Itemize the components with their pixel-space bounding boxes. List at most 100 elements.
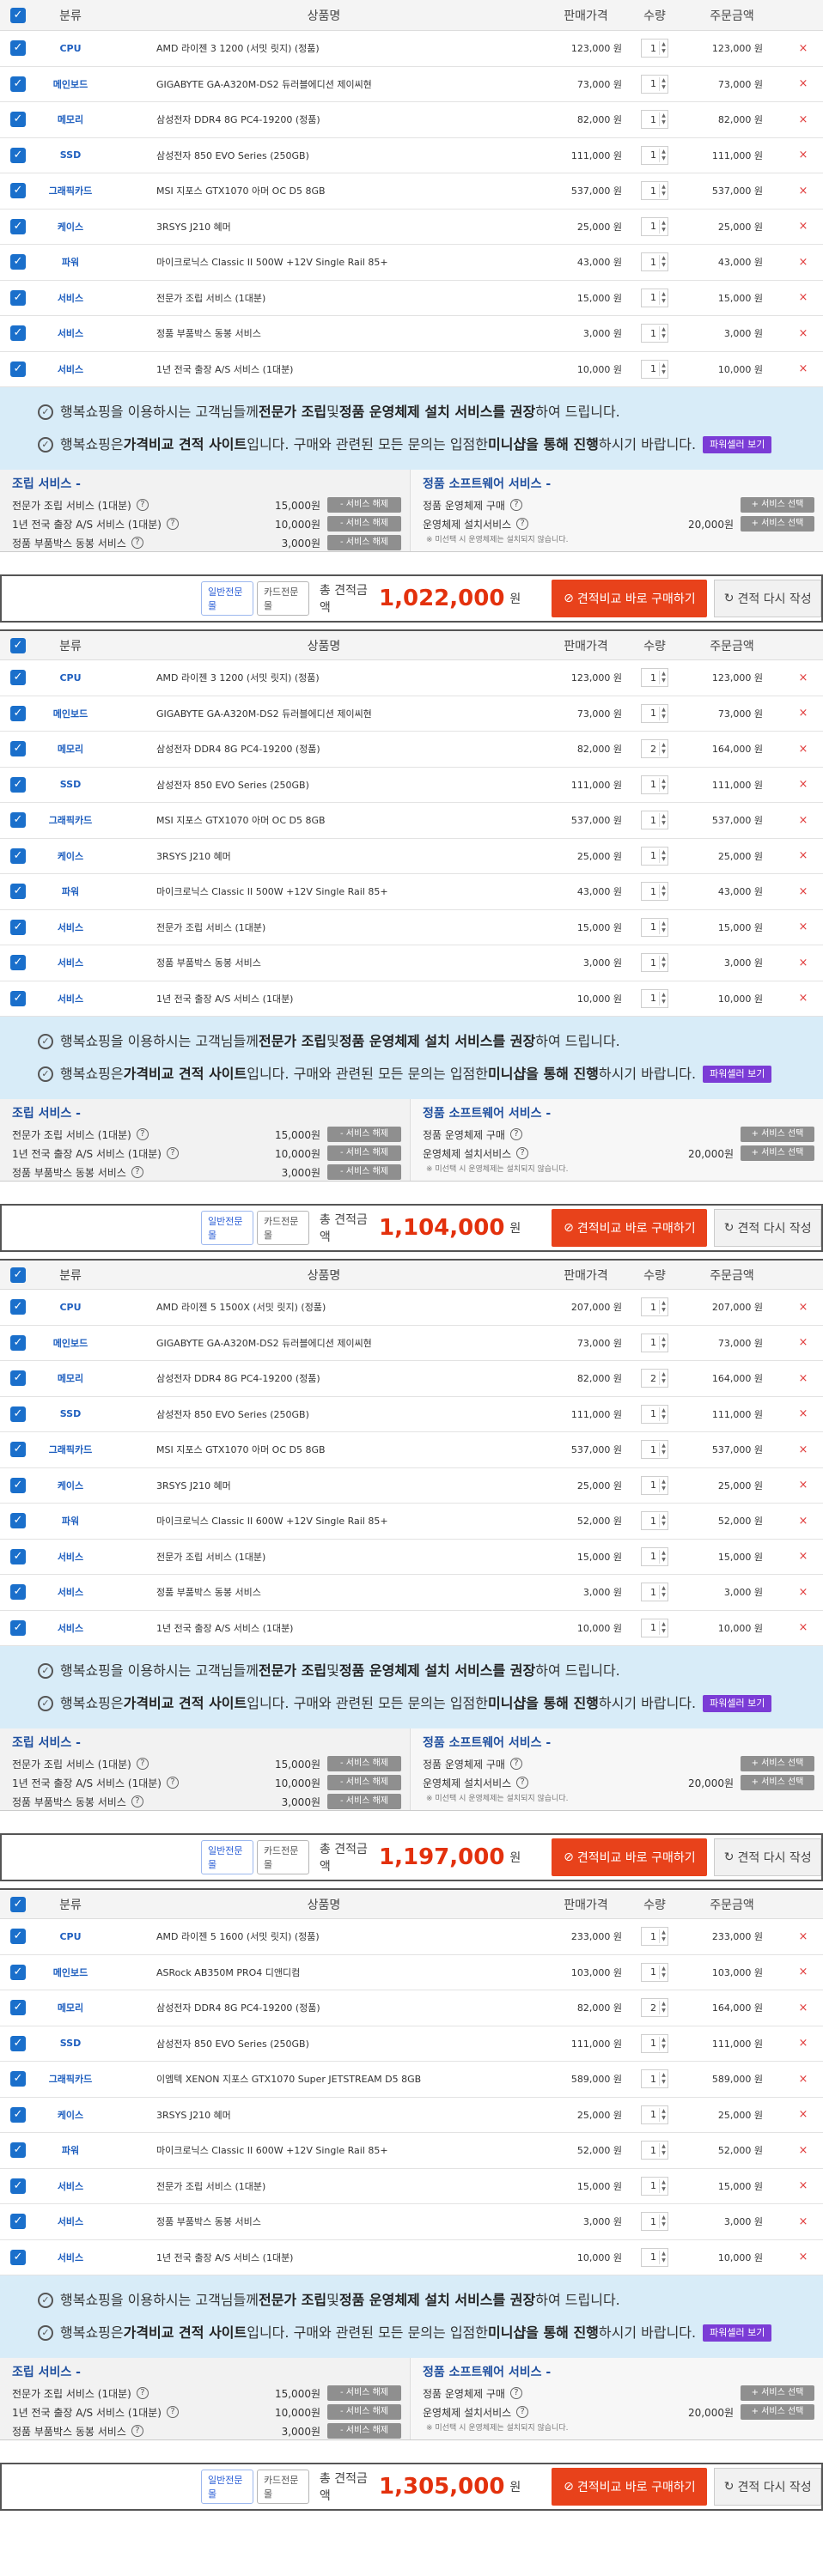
quantity-stepper[interactable]: 1 ▲ ▼ (641, 882, 668, 902)
product-name[interactable]: 마이크로닉스 Classic II 500W +12V Single Rail … (105, 255, 543, 269)
service-remove-button[interactable]: - 서비스 해제 (327, 535, 401, 550)
service-select-button[interactable]: + 서비스 선택 (741, 2385, 814, 2401)
stepper-arrows[interactable]: ▲ ▼ (659, 361, 668, 376)
product-name[interactable]: 정품 부품박스 동봉 서비스 (105, 956, 543, 969)
service-select-button[interactable]: + 서비스 선택 (741, 497, 814, 513)
stepper-down-icon[interactable]: ▼ (660, 1936, 668, 1943)
delete-icon[interactable]: × (783, 2037, 823, 2050)
stepper-arrows[interactable]: ▲ ▼ (659, 813, 668, 828)
stepper-down-icon[interactable]: ▼ (660, 48, 668, 55)
delete-icon[interactable]: × (783, 778, 823, 791)
general-mall-tag[interactable]: 일반전문몰 (201, 1211, 253, 1245)
product-name[interactable]: GIGABYTE GA-A320M-DS2 듀러블에디션 제이씨현 (105, 77, 543, 91)
quantity-value[interactable]: 1 (642, 149, 659, 161)
rewrite-quote-button[interactable]: ↻ 견적 다시 작성 (714, 1209, 821, 1247)
quantity-stepper[interactable]: 1 ▲ ▼ (641, 324, 668, 343)
service-remove-button[interactable]: - 서비스 해제 (327, 1164, 401, 1180)
stepper-up-icon[interactable]: ▲ (660, 671, 668, 677)
stepper-arrows[interactable]: ▲ ▼ (659, 2178, 668, 2193)
quantity-value[interactable]: 1 (642, 1408, 659, 1419)
stepper-arrows[interactable]: ▲ ▼ (659, 326, 668, 341)
checkbox[interactable]: ✓ (10, 1584, 26, 1601)
quantity-value[interactable]: 1 (642, 185, 659, 197)
quantity-stepper[interactable]: 1 ▲ ▼ (641, 703, 668, 723)
checkbox[interactable]: ✓ (10, 76, 26, 92)
stepper-down-icon[interactable]: ▼ (660, 84, 668, 91)
checkbox[interactable]: ✓ (10, 1299, 26, 1315)
stepper-arrows[interactable]: ▲ ▼ (659, 1585, 668, 1600)
help-icon[interactable]: ? (131, 537, 143, 549)
stepper-down-icon[interactable]: ▼ (660, 820, 668, 827)
help-icon[interactable]: ? (509, 1758, 522, 1770)
product-name[interactable]: MSI 지포스 GTX1070 아머 OC D5 8GB (105, 184, 543, 197)
stepper-down-icon[interactable]: ▼ (660, 1378, 668, 1385)
stepper-down-icon[interactable]: ▼ (660, 1307, 668, 1314)
stepper-down-icon[interactable]: ▼ (660, 785, 668, 792)
stepper-down-icon[interactable]: ▼ (660, 1972, 668, 1979)
quantity-stepper[interactable]: 1 ▲ ▼ (641, 1583, 668, 1602)
service-remove-button[interactable]: - 서비스 해제 (327, 497, 401, 513)
delete-icon[interactable]: × (783, 149, 823, 161)
service-remove-button[interactable]: - 서비스 해제 (327, 1127, 401, 1142)
product-name[interactable]: AMD 라이젠 5 1600 (서밋 릿지) (정품) (105, 1929, 543, 1943)
help-icon[interactable]: ? (131, 1795, 143, 1807)
checkbox[interactable]: ✓ (10, 741, 26, 757)
quantity-value[interactable]: 1 (642, 221, 659, 232)
checkbox[interactable]: ✓ (10, 1619, 26, 1636)
checkbox[interactable]: ✓ (10, 1896, 26, 1912)
quantity-value[interactable]: 2 (642, 744, 659, 755)
stepper-arrows[interactable]: ▲ ▼ (659, 1371, 668, 1386)
stepper-up-icon[interactable]: ▲ (660, 77, 668, 84)
quantity-stepper[interactable]: 1 ▲ ▼ (641, 1546, 668, 1566)
delete-icon[interactable]: × (783, 671, 823, 684)
checkbox[interactable]: ✓ (10, 7, 26, 23)
quantity-stepper[interactable]: 2 ▲ ▼ (641, 1998, 668, 2018)
stepper-arrows[interactable]: ▲ ▼ (659, 1549, 668, 1564)
service-select-button[interactable]: + 서비스 선택 (741, 1145, 814, 1161)
stepper-up-icon[interactable]: ▲ (660, 41, 668, 48)
stepper-arrows[interactable]: ▲ ▼ (659, 1406, 668, 1421)
stepper-up-icon[interactable]: ▲ (660, 1929, 668, 1936)
quantity-value[interactable]: 1 (642, 257, 659, 268)
service-remove-button[interactable]: - 서비스 해제 (327, 2404, 401, 2420)
quantity-stepper[interactable]: 1 ▲ ▼ (641, 216, 668, 236)
service-remove-button[interactable]: - 서비스 해제 (327, 2385, 401, 2401)
product-name[interactable]: GIGABYTE GA-A320M-DS2 듀러블에디션 제이씨현 (105, 1336, 543, 1350)
service-select-button[interactable]: + 서비스 선택 (741, 1756, 814, 1771)
stepper-down-icon[interactable]: ▼ (660, 119, 668, 126)
quantity-stepper[interactable]: 1 ▲ ▼ (641, 1440, 668, 1460)
product-name[interactable]: 마이크로닉스 Classic II 500W +12V Single Rail … (105, 884, 543, 898)
stepper-arrows[interactable]: ▲ ▼ (659, 2001, 668, 2015)
quantity-stepper[interactable]: 1 ▲ ▼ (641, 145, 668, 165)
help-icon[interactable]: ? (509, 499, 522, 511)
stepper-up-icon[interactable]: ▲ (660, 956, 668, 963)
stepper-up-icon[interactable]: ▲ (660, 884, 668, 891)
quantity-stepper[interactable]: 1 ▲ ▼ (641, 846, 668, 866)
stepper-arrows[interactable]: ▲ ▼ (659, 219, 668, 234)
quantity-value[interactable]: 1 (642, 2251, 659, 2263)
product-name[interactable]: 마이크로닉스 Classic II 600W +12V Single Rail … (105, 2143, 543, 2157)
stepper-down-icon[interactable]: ▼ (660, 1628, 668, 1635)
service-remove-button[interactable]: - 서비스 해제 (327, 1794, 401, 1809)
quantity-value[interactable]: 1 (642, 1444, 659, 1455)
stepper-arrows[interactable]: ▲ ▼ (659, 920, 668, 934)
checkbox[interactable]: ✓ (10, 2071, 26, 2087)
help-icon[interactable]: ? (136, 2387, 149, 2399)
quantity-stepper[interactable]: 1 ▲ ▼ (641, 668, 668, 688)
product-name[interactable]: AMD 라이젠 3 1200 (서밋 릿지) (정품) (105, 671, 543, 684)
quantity-stepper[interactable]: 1 ▲ ▼ (641, 811, 668, 830)
stepper-up-icon[interactable]: ▲ (660, 220, 668, 227)
product-name[interactable]: 삼성전자 DDR4 8G PC4-19200 (정품) (105, 1371, 543, 1385)
product-name[interactable]: 전문가 조립 서비스 (1대분) (105, 1550, 543, 1564)
help-icon[interactable]: ? (131, 1166, 143, 1178)
stepper-up-icon[interactable]: ▲ (660, 1965, 668, 1972)
stepper-up-icon[interactable]: ▲ (660, 778, 668, 785)
help-icon[interactable]: ? (509, 1128, 522, 1140)
buy-now-button[interactable]: ⊘ 견적비교 바로 구매하기 (552, 580, 708, 617)
help-icon[interactable]: ? (136, 1128, 149, 1140)
checkbox[interactable]: ✓ (10, 812, 26, 829)
checkbox[interactable]: ✓ (10, 1267, 26, 1283)
product-name[interactable]: 1년 전국 출장 A/S 서비스 (1대분) (105, 2251, 543, 2264)
general-mall-tag[interactable]: 일반전문몰 (201, 581, 253, 616)
stepper-arrows[interactable]: ▲ ▼ (659, 671, 668, 685)
